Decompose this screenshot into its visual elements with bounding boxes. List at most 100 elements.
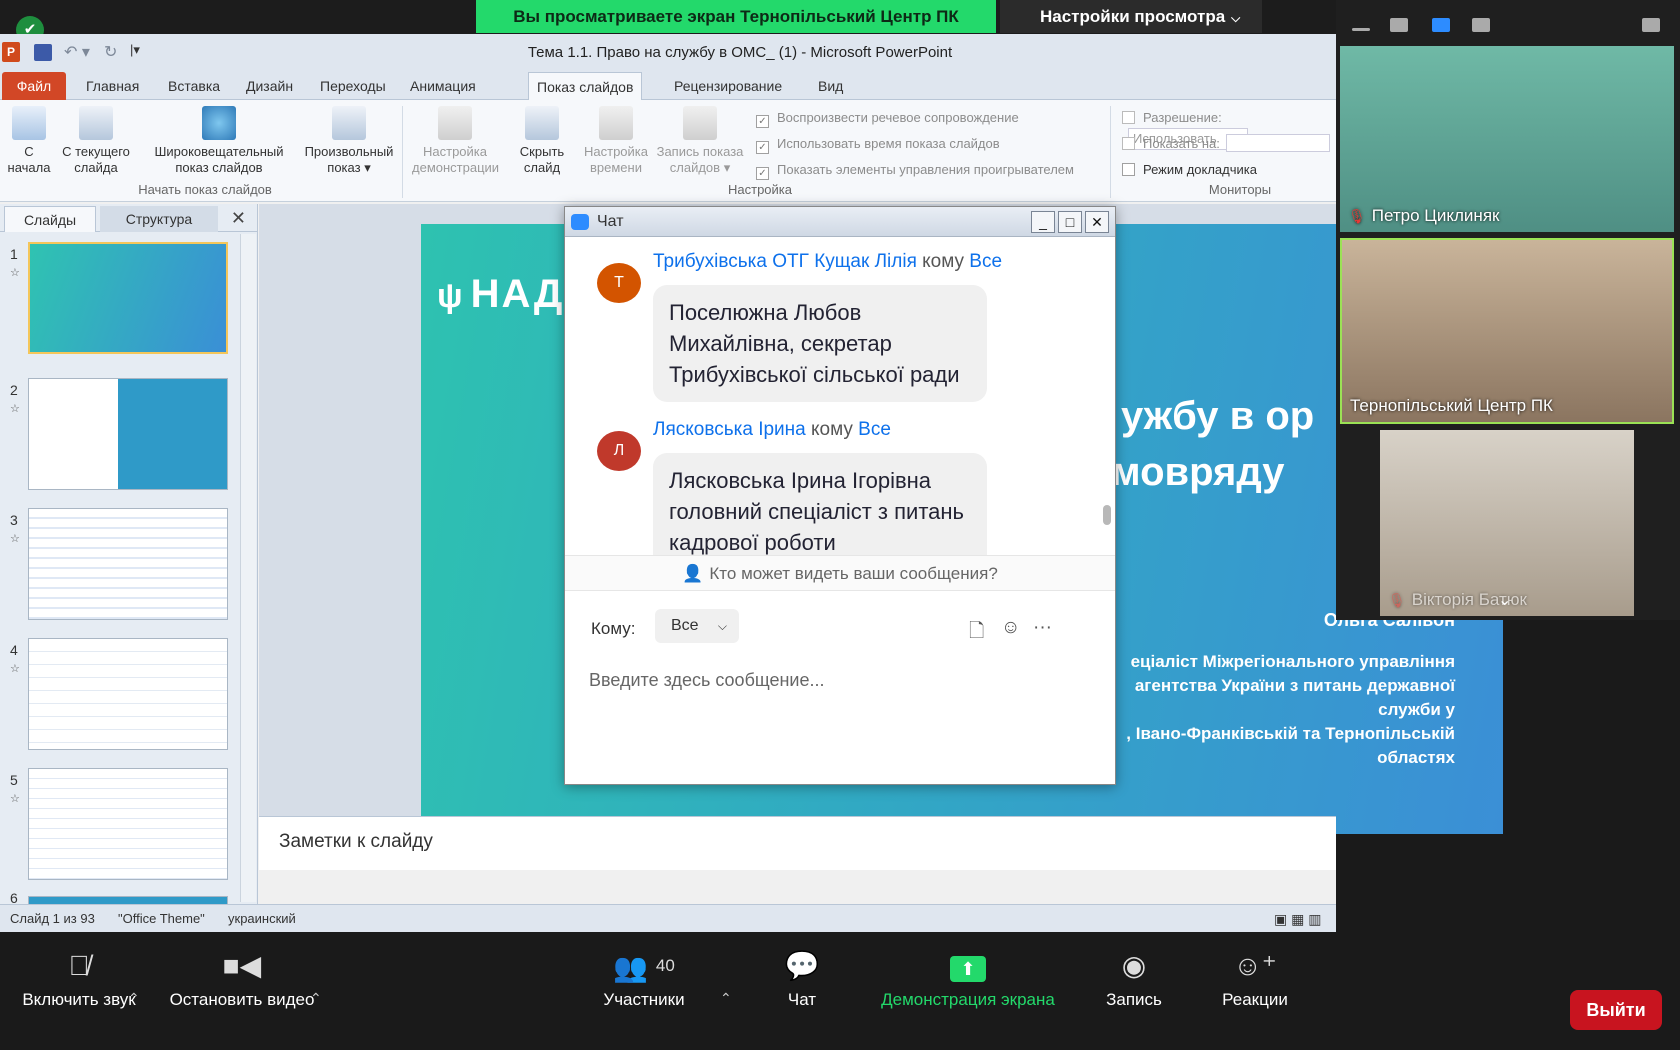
redo-icon[interactable]: ↻ [104,42,117,62]
record-slide-icon [683,106,717,140]
tab-outline[interactable]: Структура [100,206,218,232]
resolution-field[interactable]: Разрешение: Использовать [1122,108,1336,150]
narration-checkbox[interactable]: ✓ Воспроизвести речевое сопровождение [756,108,1019,128]
chat-title-bar[interactable]: Чат _ □ ✕ [565,207,1115,237]
file-icon[interactable]: 🗋 [969,617,984,649]
presenter-view-checkbox[interactable]: Режим докладчика [1122,160,1257,180]
minimize-icon[interactable] [1352,28,1370,31]
video-tile-2[interactable]: Тернопільський Центр ПК [1340,238,1674,424]
slide-thumbnail-1[interactable] [28,242,228,354]
setup-label-2: демонстрации [412,160,500,175]
share-screen-icon: ⬆ [870,950,1066,982]
notes-pane[interactable]: Заметки к слайду [259,816,1336,870]
setup-show-button[interactable]: Настройка демонстрации [412,106,500,176]
share-banner: Вы просматриваете экран Тернопільський Ц… [476,0,996,33]
timings-checkbox[interactable]: ✓ Использовать время показа слайдов [756,134,1000,154]
chat-scrollbar[interactable] [1101,237,1113,555]
maximize-button[interactable]: □ [1058,211,1082,233]
emoji-icon[interactable]: ☺ [1001,617,1020,639]
participant-name-text: Петро Циклиняк [1371,206,1500,225]
tab-animations[interactable]: Анимация [402,72,484,100]
window-title: Тема 1.1. Право на службу в ОМС_ (1) - M… [527,44,953,61]
gallery-view-icon[interactable] [1472,18,1490,32]
video-camera-icon: ■◀ [222,950,262,981]
transition-star-icon: ☆ [10,663,20,675]
hide-label-2: слайд [523,160,561,175]
slide-thumbnail-2[interactable] [28,378,228,490]
broadcast-button[interactable]: Широковещательный показ слайдов [148,106,290,176]
close-button[interactable]: ✕ [1085,211,1109,233]
tab-home[interactable]: Главная [78,72,147,100]
slide-logo-text: НАД [470,272,565,316]
powerpoint-logo-icon[interactable]: P [2,42,20,62]
video-options-caret-icon[interactable]: ⌃ [310,990,322,1007]
broadcast-label-2: показ слайдов [175,160,263,175]
exit-fullscreen-icon[interactable] [1642,18,1660,32]
undo-icon[interactable]: ↶ ▾ [64,42,90,62]
slides-panel-tabs: Слайды Структура ✕ [0,204,258,232]
more-icon[interactable]: ··· [1033,617,1052,639]
message-sender-line: Лясковська Ірина кому Все [653,419,891,441]
slide-thumbnail-5[interactable] [28,768,228,880]
tab-design[interactable]: Дизайн [238,72,301,100]
message-line: Поселюжна Любов [669,300,862,325]
recipient-name[interactable]: Все [969,251,1002,272]
reactions-button[interactable]: ☺⁺ Реакции [1210,902,1300,1010]
video-tile-3[interactable]: 🎙 Вікторія Батюк [1380,430,1634,616]
show-on-label: Показать на: [1143,136,1220,151]
show-on-field[interactable]: Показать на: [1122,134,1330,154]
message-input[interactable] [589,665,1089,695]
from-current-button[interactable]: С текущего слайда [56,106,136,176]
recipient-select[interactable]: Все ⌵ [655,609,739,643]
view-options-button[interactable]: Настройки просмотра ⌵ [1000,0,1262,33]
slide-title-line-1: ужбу в ор [1121,394,1315,438]
close-icon[interactable]: ✕ [231,208,246,229]
narration-label: Воспроизвести речевое сопровождение [777,110,1019,125]
tab-view[interactable]: Вид [810,72,851,100]
custom-show-button[interactable]: Произвольный показ ▾ [294,106,404,176]
from-start-button[interactable]: Сначала [6,106,52,176]
audio-options-caret-icon[interactable]: ⌃ [128,990,140,1007]
slide-projector-icon [79,106,113,140]
thumbnails-scrollbar[interactable] [240,234,256,902]
save-icon[interactable] [34,44,52,61]
sender-name[interactable]: Трибухівська ОТГ Кущак Лілія [653,251,917,272]
slide-author-line: областях [1377,748,1455,767]
checkbox-checked-icon: ✓ [756,141,769,154]
show-on-select[interactable] [1225,134,1330,152]
from-start-label-2: начала [7,160,51,175]
tab-slideshow[interactable]: Показ слайдов [528,72,643,100]
to-word: кому [811,419,853,440]
tab-slides[interactable]: Слайды [4,206,96,232]
who-can-see-link[interactable]: 👤 Кто может видеть ваши сообщения? [565,555,1115,591]
stop-video-button[interactable]: ■◀ Остановить видео [162,902,322,1010]
slides-panel: Слайды Структура ✕ 1 ☆ 2 ☆ 3 ☆ 4 ☆ 5 ☆ 6 [0,204,258,906]
slide-thumbnail-4[interactable] [28,638,228,750]
chevron-down-icon[interactable]: ⌄ [1498,590,1511,610]
record-show-button[interactable]: Запись показа слайдов ▾ [652,106,748,176]
checkbox-checked-icon: ✓ [756,167,769,180]
unmute-button[interactable]: 🎙̸ Включить звук [14,902,144,1010]
tab-insert[interactable]: Вставка [160,72,228,100]
video-tile-1[interactable]: 🎙 Петро Циклиняк [1340,46,1674,232]
sender-name[interactable]: Лясковська Ірина [653,419,806,440]
share-screen-button[interactable]: ⬆ Демонстрация экрана [870,902,1066,1010]
tab-review[interactable]: Рецензирование [666,72,790,100]
recipient-name[interactable]: Все [858,419,891,440]
slide-thumbnail-3[interactable] [28,508,228,620]
rehearse-timings-button[interactable]: Настройка времени [580,106,652,176]
controls-checkbox[interactable]: ✓ Показать элементы управления проигрыват… [756,160,1074,180]
speaker-view-icon[interactable] [1432,18,1450,32]
tab-transitions[interactable]: Переходы [312,72,394,100]
participants-button[interactable]: 👥 40 Участники [588,902,700,1010]
customize-toolbar-icon[interactable]: |▾ [130,42,140,58]
minimize-button[interactable]: _ [1031,211,1055,233]
window-icon[interactable] [1390,18,1408,32]
participants-caret-icon[interactable]: ⌃ [720,990,732,1007]
record-button[interactable]: ◉ Запись [1098,902,1170,1010]
tab-file[interactable]: Файл [2,72,66,100]
leave-button[interactable]: Выйти [1570,990,1662,1030]
chat-button[interactable]: 💬 Чат [770,902,834,1010]
scroll-thumb[interactable] [1103,505,1111,525]
hide-slide-button[interactable]: Скрыть слайд [514,106,570,176]
